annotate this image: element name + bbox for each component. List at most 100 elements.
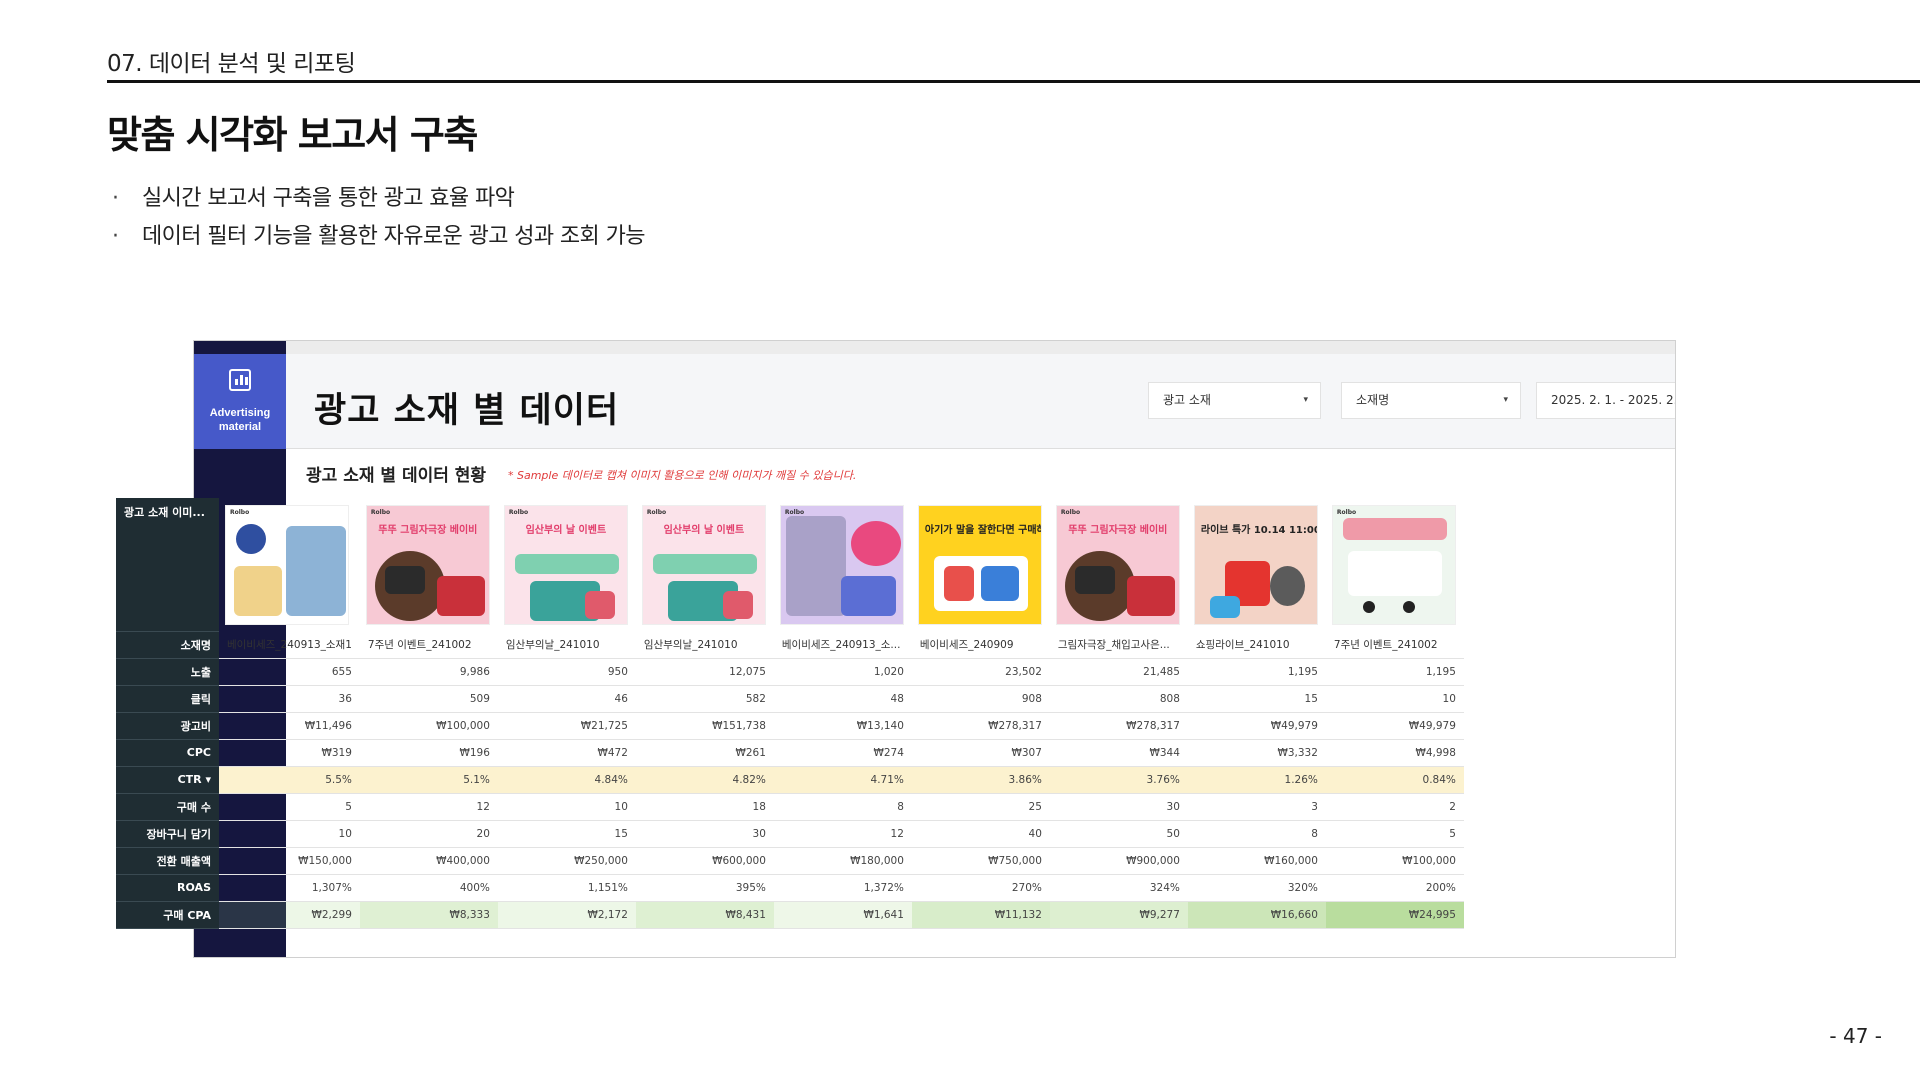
table-cell: ₩319	[219, 739, 360, 767]
table-cell: ₩196	[359, 739, 498, 767]
table-cell: ₩11,132	[911, 901, 1050, 929]
cart-row: 장바구니 담기 10 20 15 30 12 40 50 8 5	[116, 820, 1464, 848]
table-cell: ₩13,140	[773, 712, 912, 740]
thumbnail-cell[interactable]: Rolbo 뚜뚜 그림자극장 베이비	[360, 498, 498, 631]
thumbnail-graphic	[943, 565, 974, 601]
table-cell: 808	[1049, 685, 1188, 713]
table-cell: 4.71%	[773, 766, 912, 794]
table-cell: 3	[1187, 793, 1326, 821]
thumbnail-graphic	[1269, 565, 1305, 606]
thumbnail-cell[interactable]: Rolbo	[1326, 498, 1464, 631]
dashboard-header: 광고 소재 별 데이터 광고 소재 ▾ 소재명 ▾ 2025. 2. 1. - …	[286, 354, 1675, 449]
thumbnail-cell[interactable]: Rolbo 임산부의 날 이벤트	[636, 498, 774, 631]
table-cell: ₩344	[1049, 739, 1188, 767]
thumbnail-graphic	[652, 553, 757, 574]
table-cell: 5	[219, 793, 360, 821]
bullet-item: · 실시간 보고서 구축을 통한 광고 효율 파악	[112, 180, 645, 218]
thumbnail-graphic	[1347, 550, 1442, 596]
table-cell: 324%	[1049, 874, 1188, 902]
table-cell: 395%	[635, 874, 774, 902]
thumbnail-cell[interactable]: 아기가 말을 잘한다면 구매하지 마세요	[912, 498, 1050, 631]
table-cell: 10	[497, 793, 636, 821]
thumbnail-brand: Rolbo	[646, 508, 667, 516]
thumbnail-graphic	[1402, 600, 1415, 613]
thumbnail-cell[interactable]: Rolbo	[219, 498, 360, 631]
table-cell: 270%	[911, 874, 1050, 902]
table-cell: ₩11,496	[219, 712, 360, 740]
table-cell: ₩8,431	[635, 901, 774, 929]
table-cell: 950	[497, 658, 636, 686]
table-cell: 1,195	[1187, 658, 1326, 686]
row-header: CPC	[116, 739, 219, 767]
table-cell: 7주년 이벤트_241002	[1325, 631, 1464, 659]
dashboard-logo[interactable]: Advertising material	[194, 354, 286, 449]
filter-ad-material[interactable]: 광고 소재 ▾	[1148, 382, 1321, 419]
thumbnail-headline: 뚜뚜 그림자극장 베이비	[378, 524, 478, 536]
thumbnail-cell[interactable]: Rolbo	[774, 498, 912, 631]
table-cell: 21,485	[1049, 658, 1188, 686]
cpa-row: 구매 CPA ₩2,299 ₩8,333 ₩2,172 ₩8,431 ₩1,641 ₩11,…	[116, 901, 1464, 929]
table-cell: 509	[359, 685, 498, 713]
table-cell: 7주년 이벤트_241002	[359, 631, 498, 659]
table-cell: 임산부의날_241010	[497, 631, 636, 659]
ad-material-table: 광고 소재 이미... Rolbo Rolbo 뚜뚜 그림자극장 베이비 Rolbo 임산…	[116, 498, 1464, 929]
table-cell: 3.76%	[1049, 766, 1188, 794]
table-cell: ₩8,333	[359, 901, 498, 929]
logo-text: Advertising material	[209, 407, 271, 433]
table-cell: 655	[219, 658, 360, 686]
table-cell: 25	[911, 793, 1050, 821]
filter-date-range[interactable]: 2025. 2. 1. - 2025. 2. 28. ▾	[1536, 382, 1675, 419]
table-cell: 8	[773, 793, 912, 821]
table-cell: ₩2,172	[497, 901, 636, 929]
table-note: * Sample 데이터로 캡쳐 이미지 활용으로 인해 이미지가 깨질 수 있…	[508, 469, 857, 482]
ad-thumbnail: Rolbo	[225, 504, 349, 625]
table-cell: 그림자극장_채입고사은...	[1049, 631, 1188, 659]
thumbnail-headline: 임산부의 날 이벤트	[525, 524, 607, 536]
filter-material-name[interactable]: 소재명 ▾	[1341, 382, 1521, 419]
table-cell: 12	[773, 820, 912, 848]
table-cell: ₩3,332	[1187, 739, 1326, 767]
table-cell: ₩600,000	[635, 847, 774, 875]
name-row: 소재명 베이비세즈_240913_소재1 7주년 이벤트_241002 임산부의날_2…	[116, 631, 1464, 659]
thumbnail-graphic	[436, 575, 485, 616]
row-header[interactable]: 광고 소재 이미...	[116, 498, 219, 632]
table-cell: ₩4,998	[1325, 739, 1464, 767]
thumbnail-brand: Rolbo	[1336, 508, 1357, 516]
thumbnail-graphic	[980, 565, 1019, 601]
thumbnail-cell[interactable]: 라이브 특가 10.14 11:00	[1188, 498, 1326, 631]
ad-thumbnail: 아기가 말을 잘한다면 구매하지 마세요	[917, 504, 1042, 625]
row-header: 클릭	[116, 685, 219, 713]
thumbnail-cell[interactable]: Rolbo 임산부의 날 이벤트	[498, 498, 636, 631]
thumbnail-graphic	[1209, 595, 1240, 618]
table-cell: 200%	[1325, 874, 1464, 902]
clicks-row: 클릭 36 509 46 582 48 908 808 15 10	[116, 685, 1464, 713]
row-header[interactable]: CTR ▾	[116, 766, 219, 794]
table-cell: 4.84%	[497, 766, 636, 794]
table-cell: 9,986	[359, 658, 498, 686]
filter-label: 광고 소재	[1163, 393, 1211, 407]
table-cell: 임산부의날_241010	[635, 631, 774, 659]
spend-row: 광고비 ₩11,496 ₩100,000 ₩21,725 ₩151,738 ₩13,140…	[116, 712, 1464, 740]
section-title: 07. 데이터 분석 및 리포팅	[107, 51, 356, 77]
table-cell: 30	[635, 820, 774, 848]
chevron-down-icon: ▾	[1503, 395, 1508, 405]
ad-thumbnail: Rolbo	[779, 504, 904, 625]
table-cell: ₩472	[497, 739, 636, 767]
top-rule	[107, 80, 1920, 83]
table-cell: 30	[1049, 793, 1188, 821]
table-cell: ₩278,317	[1049, 712, 1188, 740]
thumbnail-cell[interactable]: Rolbo 뚜뚜 그림자극장 베이비	[1050, 498, 1188, 631]
table-cell: ₩2,299	[219, 901, 360, 929]
purchases-row: 구매 수 5 12 10 18 8 25 30 3 2	[116, 793, 1464, 821]
thumbnail-graphic	[850, 520, 901, 566]
row-header: ROAS	[116, 874, 219, 902]
table-cell: ₩9,277	[1049, 901, 1188, 929]
table-cell: 베이비세즈_240909	[911, 631, 1050, 659]
chevron-down-icon: ▾	[1303, 395, 1308, 405]
table-cell: ₩278,317	[911, 712, 1050, 740]
table-cell: 5	[1325, 820, 1464, 848]
bullet-text: 실시간 보고서 구축을 통한 광고 효율 파악	[142, 186, 515, 211]
table-cell: 0.84%	[1325, 766, 1464, 794]
filter-label: 소재명	[1356, 393, 1390, 407]
thumbnail-graphic	[286, 525, 346, 616]
